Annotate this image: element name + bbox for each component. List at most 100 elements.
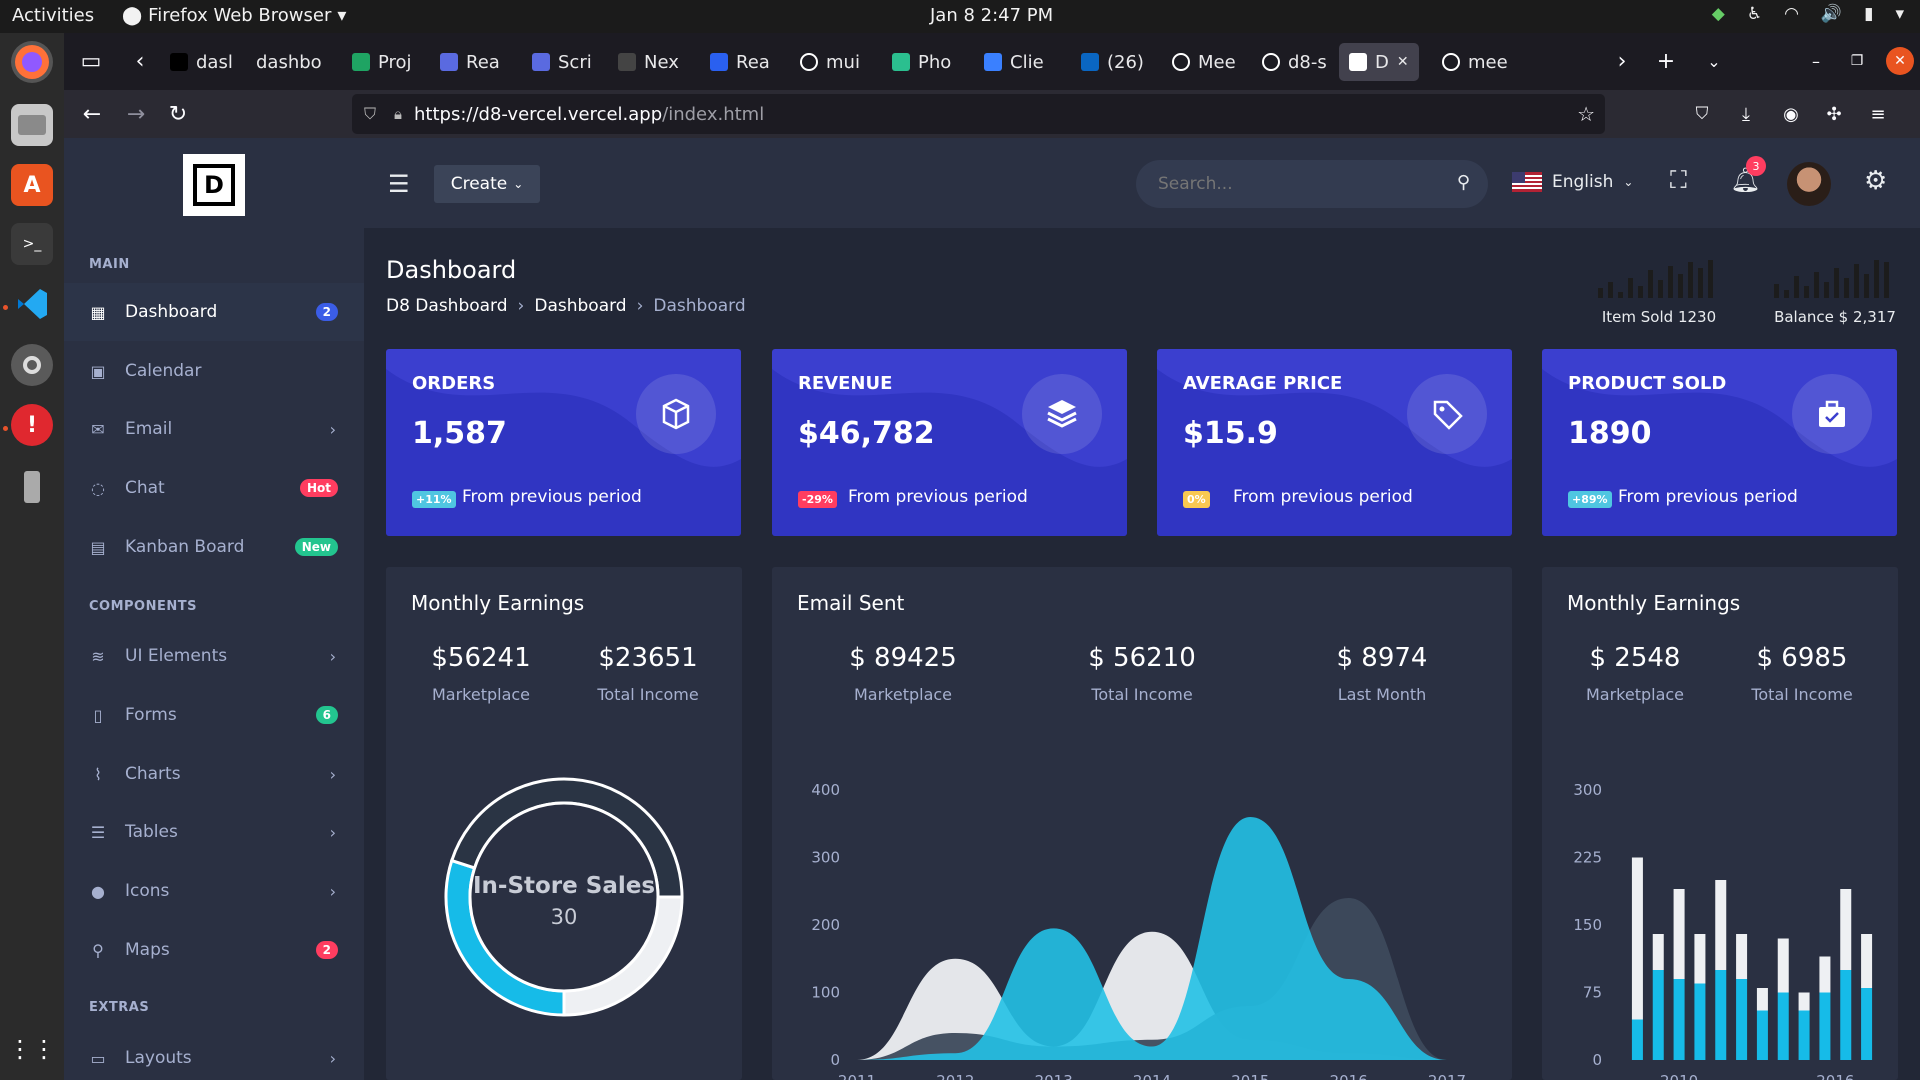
close-tab-icon[interactable]: ✕: [1397, 54, 1409, 70]
tab-scroll-left-icon[interactable]: ‹: [126, 47, 154, 75]
stat-card-revenue: REVENUE $46,782 -29% From previous period: [772, 349, 1127, 536]
sidebar-item-calendar[interactable]: ▣ Calendar: [64, 342, 364, 400]
tab-scroll-right-icon[interactable]: ›: [1608, 47, 1636, 75]
spark-bar: [1804, 286, 1809, 298]
browser-tab[interactable]: mee: [1442, 43, 1508, 81]
sidebar-item-tables[interactable]: ☰ Tables ›: [64, 803, 364, 861]
account-icon[interactable]: ◉: [1777, 100, 1805, 128]
accessibility-icon[interactable]: ♿: [1747, 4, 1762, 24]
notifications-button[interactable]: 🔔︎ 3: [1730, 156, 1766, 196]
reload-icon[interactable]: ↻: [164, 100, 192, 128]
close-window-icon[interactable]: ✕: [1886, 47, 1914, 75]
lock-icon[interactable]: 🔒︎: [394, 105, 402, 123]
new-tab-icon[interactable]: +: [1652, 47, 1680, 75]
browser-tab[interactable]: (26): [1081, 43, 1144, 81]
error-reporter-icon[interactable]: !: [11, 404, 53, 446]
browser-tab[interactable]: Clie: [984, 43, 1044, 81]
shield-icon[interactable]: ◆: [1712, 4, 1725, 24]
firefox-icon[interactable]: [11, 41, 53, 83]
browser-tab[interactable]: D ✕: [1339, 43, 1419, 81]
breadcrumb-item[interactable]: D8 Dashboard: [386, 296, 508, 316]
url-bar[interactable]: ⛉ 🔒︎ https://d8-vercel.vercel.app/index.…: [352, 94, 1605, 134]
sidebar-item-kanban-board[interactable]: ▤ Kanban Board New: [64, 518, 364, 576]
card-value: $15.9: [1183, 416, 1278, 451]
bar: [1673, 979, 1685, 1060]
firefox-view-icon[interactable]: ▭: [77, 47, 105, 75]
gear-icon[interactable]: ⚙: [1864, 166, 1887, 196]
browser-tab[interactable]: Pho: [892, 43, 951, 81]
mini-bar-chart: [1774, 260, 1889, 298]
wifi-icon[interactable]: ◠: [1784, 4, 1799, 24]
activities-button[interactable]: Activities: [12, 5, 94, 26]
stat-label: Last Month: [1337, 685, 1427, 704]
sidebar-item-icons[interactable]: ● Icons ›: [64, 862, 364, 920]
sidebar-item-layouts[interactable]: ▭ Layouts ›: [64, 1029, 364, 1080]
app-store-icon[interactable]: A: [11, 164, 53, 206]
shield-icon[interactable]: ⛉: [364, 104, 376, 124]
system-tray[interactable]: ◆ ♿ ◠ 🔊 ▮ ▾: [1712, 4, 1904, 24]
search-box[interactable]: ⚲: [1136, 160, 1488, 208]
browser-tab[interactable]: Proj: [352, 43, 412, 81]
pocket-icon[interactable]: ⛉: [1688, 100, 1716, 128]
files-icon[interactable]: [11, 104, 53, 146]
y-tick-label: 225: [1573, 849, 1602, 867]
stat-value: $56241: [431, 643, 531, 673]
donut-center-label: In-Store Sales: [473, 873, 655, 899]
avatar[interactable]: [1787, 162, 1831, 206]
hamburger-menu-icon[interactable]: ☰: [388, 170, 410, 198]
y-tick-label: 150: [1573, 916, 1602, 934]
bar: [1631, 1019, 1643, 1060]
logo[interactable]: D: [183, 154, 245, 216]
browser-tab[interactable]: dashbo: [256, 43, 322, 81]
forward-icon[interactable]: →: [122, 100, 150, 128]
browser-tab[interactable]: Scri: [532, 43, 592, 81]
github-icon: [1262, 53, 1280, 71]
browser-tab[interactable]: Nex: [618, 43, 679, 81]
sidebar-item-forms[interactable]: ▯ Forms 6: [64, 686, 364, 744]
back-icon[interactable]: ←: [78, 100, 106, 128]
menu-icon[interactable]: ≡: [1864, 100, 1892, 128]
browser-tab[interactable]: Mee: [1172, 43, 1236, 81]
github-icon: [1172, 53, 1190, 71]
language-selector[interactable]: English ⌄: [1512, 172, 1633, 192]
list-all-tabs-icon[interactable]: ⌄: [1700, 47, 1728, 75]
search-input[interactable]: [1158, 172, 1428, 196]
show-apps-icon[interactable]: ⋮⋮: [8, 1028, 56, 1070]
extensions-icon[interactable]: ✣: [1820, 100, 1848, 128]
sidebar-item-ui-elements[interactable]: ≋ UI Elements ›: [64, 627, 364, 685]
bookmark-star-icon[interactable]: ☆: [1577, 102, 1595, 126]
sidebar-item-email[interactable]: ✉ Email ›: [64, 400, 364, 458]
browser-tab[interactable]: Rea: [710, 43, 770, 81]
volume-icon[interactable]: 🔊: [1821, 4, 1842, 24]
chevron-down-icon[interactable]: ▾: [1895, 4, 1904, 24]
browser-tab[interactable]: Rea: [440, 43, 500, 81]
battery-icon[interactable]: ▮: [1864, 4, 1873, 24]
browser-tab[interactable]: mui: [800, 43, 860, 81]
minimize-icon[interactable]: –: [1802, 47, 1830, 75]
settings-icon[interactable]: [11, 344, 53, 386]
sidebar-item-maps[interactable]: ⚲ Maps 2: [64, 921, 364, 979]
sidebar-item-dashboard[interactable]: ▦ Dashboard 2: [64, 283, 364, 341]
y-tick-label: 400: [811, 781, 840, 799]
breadcrumb-item[interactable]: Dashboard: [534, 296, 626, 316]
panel-monthly-earnings-2: Monthly Earnings $ 2548 Marketplace $ 69…: [1542, 567, 1898, 1080]
terminal-icon[interactable]: >_: [11, 223, 53, 265]
downloads-icon[interactable]: ⤓: [1732, 100, 1760, 128]
donut-chart: In-Store Sales 30: [444, 777, 684, 1017]
usb-drive-icon[interactable]: [11, 466, 53, 508]
browser-tab[interactable]: dasl: [170, 43, 233, 81]
restore-icon[interactable]: ❐: [1843, 47, 1871, 75]
fullscreen-icon[interactable]: ⛶: [1670, 166, 1687, 194]
sidebar-item-charts[interactable]: ⌇ Charts ›: [64, 745, 364, 803]
section-extras: EXTRAS: [89, 1000, 150, 1015]
clock[interactable]: Jan 8 2:47 PM: [930, 5, 1053, 26]
tab-label: Scri: [558, 51, 592, 73]
spark-bar: [1618, 292, 1623, 298]
app-menu[interactable]: ⬤ Firefox Web Browser ▾: [122, 5, 346, 26]
sidebar-item-chat[interactable]: ◌ Chat Hot: [64, 459, 364, 517]
browser-tab[interactable]: d8-s: [1262, 43, 1327, 81]
vscode-icon[interactable]: [11, 283, 53, 325]
create-dropdown[interactable]: Create ⌄: [434, 165, 540, 203]
search-icon[interactable]: ⚲: [1457, 172, 1470, 193]
stat-label: Total Income: [1091, 685, 1193, 704]
